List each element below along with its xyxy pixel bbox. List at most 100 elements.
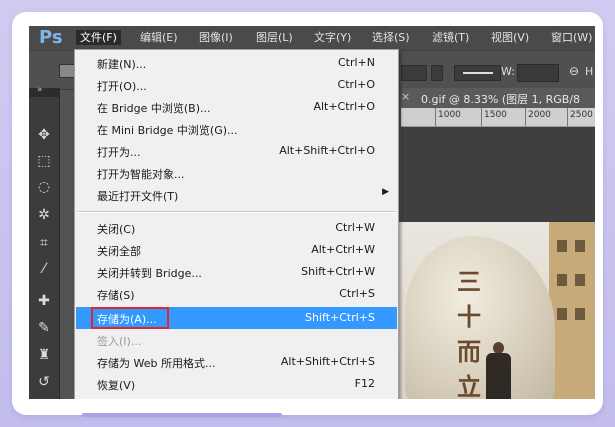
magic-wand-icon[interactable]: ✲ (35, 206, 53, 224)
menu-item-shortcut: Shift+Ctrl+W (301, 265, 375, 278)
menu-type[interactable]: 文字(Y) (310, 30, 355, 45)
healing-brush-icon[interactable]: ✚ (35, 292, 53, 310)
close-tab-icon[interactable]: × (401, 90, 410, 103)
line-style-preview (463, 72, 493, 74)
menu-item-label: 在 Mini Bridge 中浏览(G)... (97, 124, 238, 137)
menu-item-label: 打开为... (97, 146, 141, 159)
menu-item-shortcut: F12 (354, 377, 375, 390)
submenu-arrow-icon: ▶ (382, 187, 389, 197)
menu-view[interactable]: 视图(V) (487, 30, 533, 45)
ruler-label: 2000 (528, 110, 551, 120)
brush-icon[interactable]: ✎ (35, 319, 53, 337)
annotation-highlight-box (91, 307, 169, 329)
stroke-type-dropdown[interactable] (401, 65, 427, 81)
window (557, 274, 567, 286)
menu-item-label: 关闭全部 (97, 245, 141, 258)
photoshop-screenshot: Ps 文件(F) 编辑(E) 图像(I) 图层(L) 文字(Y) 选择(S) 滤… (29, 26, 595, 399)
ruler-tick-mark (525, 108, 526, 126)
menu-item-save[interactable]: 存储(S) Ctrl+S (76, 283, 397, 305)
menu-item-shortcut: Alt+Shift+Ctrl+O (279, 144, 375, 157)
menu-item-label: 在 Bridge 中浏览(B)... (97, 102, 211, 115)
menu-item-open-as[interactable]: 打开为... Alt+Shift+Ctrl+O (76, 140, 397, 162)
menu-item-close[interactable]: 关闭(C) Ctrl+W (76, 217, 397, 239)
marquee-icon[interactable]: ⬚ (35, 152, 53, 170)
document-title: 0.gif @ 8.33% (图层 1, RGB/8 (421, 93, 581, 106)
carved-character: 三 (457, 267, 481, 296)
menu-separator (77, 211, 396, 213)
menu-item-label: 打开(O)... (97, 80, 147, 93)
stamp-icon[interactable]: ♜ (35, 346, 53, 364)
tool-preset-swatch[interactable] (59, 64, 75, 78)
menu-edit[interactable]: 编辑(E) (136, 30, 182, 45)
width-label: W: (501, 65, 515, 78)
document-tab[interactable]: × 0.gif @ 8.33% (图层 1, RGB/8 (401, 88, 595, 108)
progress-strip (82, 413, 282, 417)
ruler-tick-mark (481, 108, 482, 126)
menu-item-shortcut: Alt+Ctrl+W (311, 243, 375, 256)
eyedropper-icon[interactable]: ⁄ (35, 260, 53, 278)
menu-file[interactable]: 文件(F) (76, 30, 121, 45)
ruler-tick-mark (435, 108, 436, 126)
menu-item-recent-files[interactable]: 最近打开文件(T) ▶ (76, 184, 397, 206)
history-brush-icon[interactable]: ↺ (35, 373, 53, 391)
link-icon[interactable]: ⊖ (569, 64, 579, 78)
carved-character: 立 (457, 372, 481, 399)
menu-item-label: 打开为智能对象... (97, 168, 185, 181)
horizontal-ruler: 1000 1500 2000 2500 (401, 108, 595, 127)
photoshop-logo: Ps (39, 27, 63, 48)
menu-item-new[interactable]: 新建(N)... Ctrl+N (76, 52, 397, 74)
menu-item-label: 新建(N)... (97, 58, 147, 71)
menu-bar: Ps 文件(F) 编辑(E) 图像(I) 图层(L) 文字(Y) 选择(S) 滤… (29, 26, 595, 50)
window (575, 274, 585, 286)
toolbox: » ✥ ⬚ ◌ ✲ ⌗ ⁄ ✚ ✎ ♜ ↺ (29, 85, 60, 399)
menu-item-close-go-bridge[interactable]: 关闭并转到 Bridge... Shift+Ctrl+W (76, 261, 397, 283)
window (575, 308, 585, 320)
menu-filter[interactable]: 滤镜(T) (428, 30, 473, 45)
menu-item-label: 关闭并转到 Bridge... (97, 267, 202, 280)
menu-layer[interactable]: 图层(L) (252, 30, 297, 45)
menu-item-shortcut: Ctrl+O (337, 78, 375, 91)
building (549, 222, 595, 399)
document-image[interactable]: 三 十 而 立 (397, 222, 595, 399)
menu-item-label: 恢复(V) (97, 379, 136, 392)
menu-item-label: 最近打开文件(T) (97, 190, 179, 203)
stroke-dropdown-arrow[interactable] (431, 65, 443, 81)
window (557, 308, 567, 320)
toolbox-header[interactable]: » (29, 85, 59, 97)
window (557, 240, 567, 252)
width-field[interactable] (517, 64, 559, 82)
file-menu-dropdown: 新建(N)... Ctrl+N 打开(O)... Ctrl+O 在 Bridge… (74, 49, 399, 399)
carved-character: 十 (457, 302, 481, 331)
menu-item-revert[interactable]: 恢复(V) F12 (76, 373, 397, 395)
menu-item-open-smart-object[interactable]: 打开为智能对象... (76, 162, 397, 184)
menu-item-shortcut: Alt+Ctrl+O (313, 100, 375, 113)
move-icon[interactable]: ✥ (35, 126, 53, 144)
menu-item-shortcut: Ctrl+W (335, 221, 375, 234)
ruler-label: 1000 (438, 110, 461, 120)
window (575, 240, 585, 252)
menu-item-close-all[interactable]: 关闭全部 Alt+Ctrl+W (76, 239, 397, 261)
ruler-tick-mark (567, 108, 568, 126)
lasso-icon[interactable]: ◌ (35, 178, 53, 196)
menu-item-shortcut: Shift+Ctrl+S (305, 311, 375, 324)
menu-item-shortcut: Alt+Shift+Ctrl+S (280, 355, 375, 368)
menu-image[interactable]: 图像(I) (195, 30, 237, 45)
menu-window[interactable]: 窗口(W) (547, 30, 595, 45)
menu-item-shortcut: Ctrl+N (337, 56, 375, 69)
menu-select[interactable]: 选择(S) (368, 30, 414, 45)
ruler-label: 2500 (570, 110, 593, 120)
menu-item-browse-mini-bridge[interactable]: 在 Mini Bridge 中浏览(G)... (76, 118, 397, 140)
carved-character: 而 (457, 337, 481, 366)
menu-item-label: 关闭(C) (97, 223, 136, 236)
menu-item-browse-bridge[interactable]: 在 Bridge 中浏览(B)... Alt+Ctrl+O (76, 96, 397, 118)
person-figure (485, 342, 511, 399)
menu-item-save-for-web[interactable]: 存储为 Web 所用格式... Alt+Shift+Ctrl+S (76, 351, 397, 373)
height-label: H (585, 65, 594, 78)
menu-item-open[interactable]: 打开(O)... Ctrl+O (76, 74, 397, 96)
menu-item-label: 存储为 Web 所用格式... (97, 357, 216, 370)
crop-icon[interactable]: ⌗ (35, 234, 53, 252)
menu-item-check-in: 签入(I)... (76, 329, 397, 351)
collapse-icon[interactable]: » (37, 85, 43, 95)
menu-item-shortcut: Ctrl+S (339, 287, 375, 300)
ruler-label: 1500 (484, 110, 507, 120)
